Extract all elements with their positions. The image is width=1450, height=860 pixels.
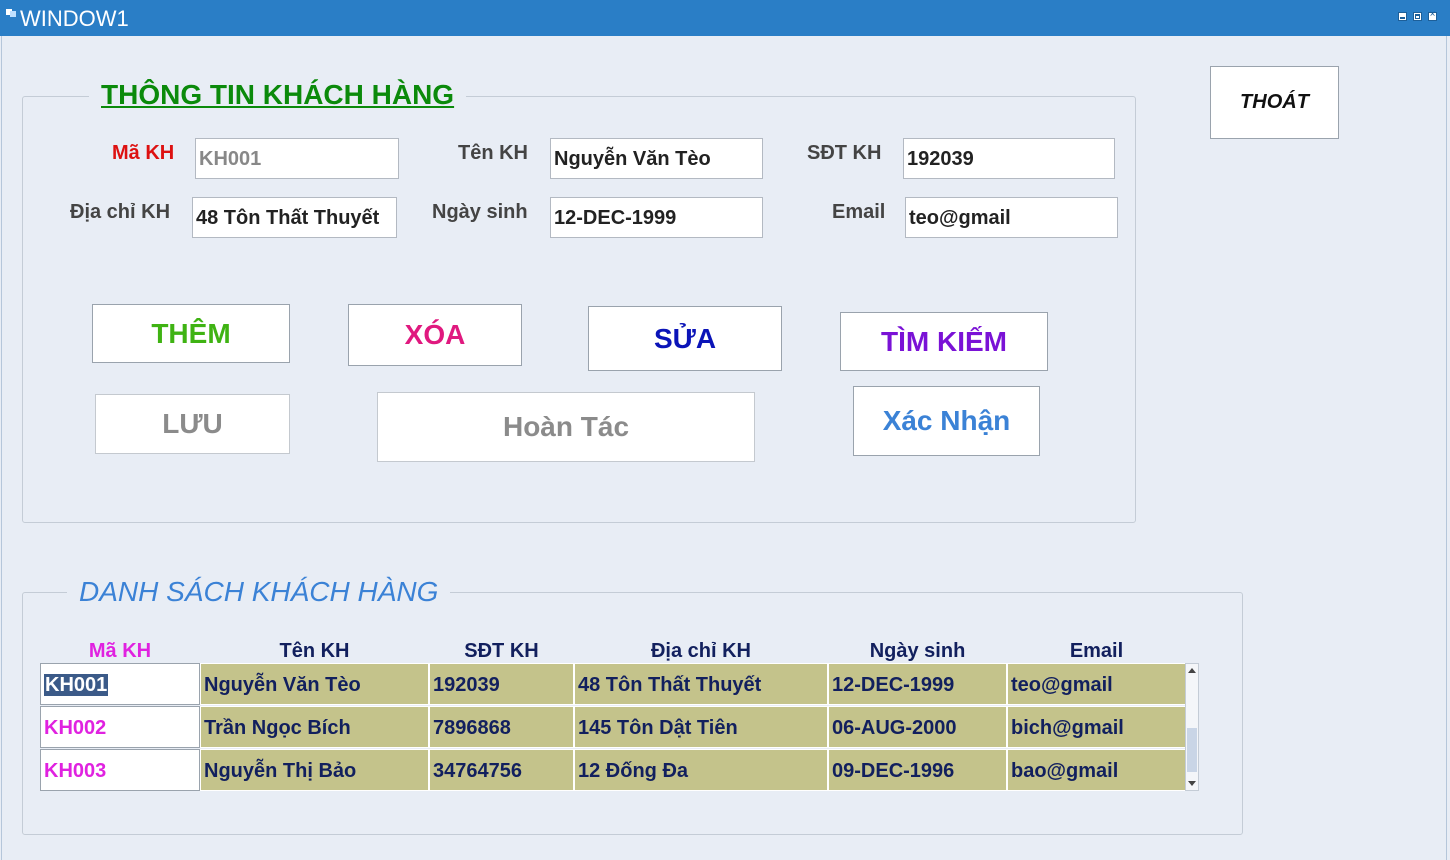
exit-button[interactable]: THOÁT (1210, 66, 1339, 139)
customer-phone-field[interactable]: 192039 (903, 138, 1115, 179)
undo-button[interactable]: Hoàn Tác (377, 392, 755, 462)
customer-list-title: DANH SÁCH KHÁCH HÀNG (67, 576, 451, 608)
column-header-email: Email (1069, 640, 1124, 662)
table-cell-code[interactable]: KH003 (40, 749, 200, 791)
minimize-icon[interactable] (1398, 12, 1407, 21)
delete-button[interactable]: XÓA (348, 304, 522, 366)
customer-info-title: THÔNG TIN KHÁCH HÀNG (89, 79, 467, 111)
email-field[interactable]: teo@gmail (905, 197, 1118, 238)
search-button[interactable]: TÌM KIẾM (840, 312, 1048, 371)
close-icon[interactable] (1428, 9, 1437, 21)
table-cell-name[interactable]: Nguyễn Văn Tèo (200, 663, 429, 705)
column-header-birth-date: Ngày sinh (869, 640, 966, 662)
confirm-button[interactable]: Xác Nhận (853, 386, 1040, 456)
table-row[interactable]: KH002 Trần Ngọc Bích 7896868 145 Tôn Dật… (40, 706, 1186, 748)
customer-name-field[interactable]: Nguyễn Văn Tèo (550, 138, 763, 179)
table-scrollbar[interactable] (1185, 663, 1199, 791)
scroll-up-icon[interactable] (1188, 668, 1196, 673)
birth-date-field[interactable]: 12-DEC-1999 (550, 197, 763, 238)
email-label: Email (832, 201, 886, 223)
customer-code-field[interactable]: KH001 (195, 138, 399, 179)
column-header-address: Địa chỉ KH (650, 640, 752, 662)
add-button[interactable]: THÊM (92, 304, 290, 363)
customer-code-label: Mã KH (112, 142, 175, 164)
table-cell-name[interactable]: Nguyễn Thị Bảo (200, 749, 429, 791)
table-cell-address[interactable]: 12 Đống Đa (574, 749, 828, 791)
edit-button[interactable]: SỬA (588, 306, 782, 371)
selected-cell-text: KH001 (44, 674, 109, 696)
table-row[interactable]: KH001 Nguyễn Văn Tèo 192039 48 Tôn Thất … (40, 663, 1186, 705)
scroll-down-icon[interactable] (1188, 781, 1196, 786)
maximize-icon[interactable] (1413, 12, 1422, 21)
table-cell-code[interactable]: KH001 (40, 663, 200, 705)
birth-date-label: Ngày sinh (432, 201, 528, 223)
customer-name-label: Tên KH (458, 142, 528, 164)
column-header-name: Tên KH (279, 640, 350, 662)
table-cell-birth-date[interactable]: 09-DEC-1996 (828, 749, 1007, 791)
save-button[interactable]: LƯU (95, 394, 290, 454)
customer-address-label: Địa chỉ KH (70, 201, 171, 223)
column-header-code: Mã KH (88, 640, 152, 662)
customer-table: KH001 Nguyễn Văn Tèo 192039 48 Tôn Thất … (40, 663, 1186, 791)
table-row[interactable]: KH003 Nguyễn Thị Bảo 34764756 12 Đống Đa… (40, 749, 1186, 791)
column-header-phone: SĐT KH (464, 640, 539, 662)
table-cell-name[interactable]: Trần Ngọc Bích (200, 706, 429, 748)
table-cell-phone[interactable]: 7896868 (429, 706, 574, 748)
customer-phone-label: SĐT KH (807, 142, 882, 164)
table-cell-address[interactable]: 48 Tôn Thất Thuyết (574, 663, 828, 705)
table-cell-email[interactable]: bao@gmail (1007, 749, 1186, 791)
table-cell-email[interactable]: bich@gmail (1007, 706, 1186, 748)
table-cell-phone[interactable]: 192039 (429, 663, 574, 705)
table-cell-phone[interactable]: 34764756 (429, 749, 574, 791)
title-bar: WINDOW1 (0, 0, 1450, 36)
customer-address-field[interactable]: 48 Tôn Thất Thuyết (192, 197, 397, 238)
table-cell-birth-date[interactable]: 06-AUG-2000 (828, 706, 1007, 748)
app-icon (6, 9, 16, 17)
window-title: WINDOW1 (20, 6, 129, 31)
table-cell-address[interactable]: 145 Tôn Dật Tiên (574, 706, 828, 748)
table-cell-code[interactable]: KH002 (40, 706, 200, 748)
scroll-thumb[interactable] (1187, 728, 1197, 772)
table-cell-email[interactable]: teo@gmail (1007, 663, 1186, 705)
table-cell-birth-date[interactable]: 12-DEC-1999 (828, 663, 1007, 705)
